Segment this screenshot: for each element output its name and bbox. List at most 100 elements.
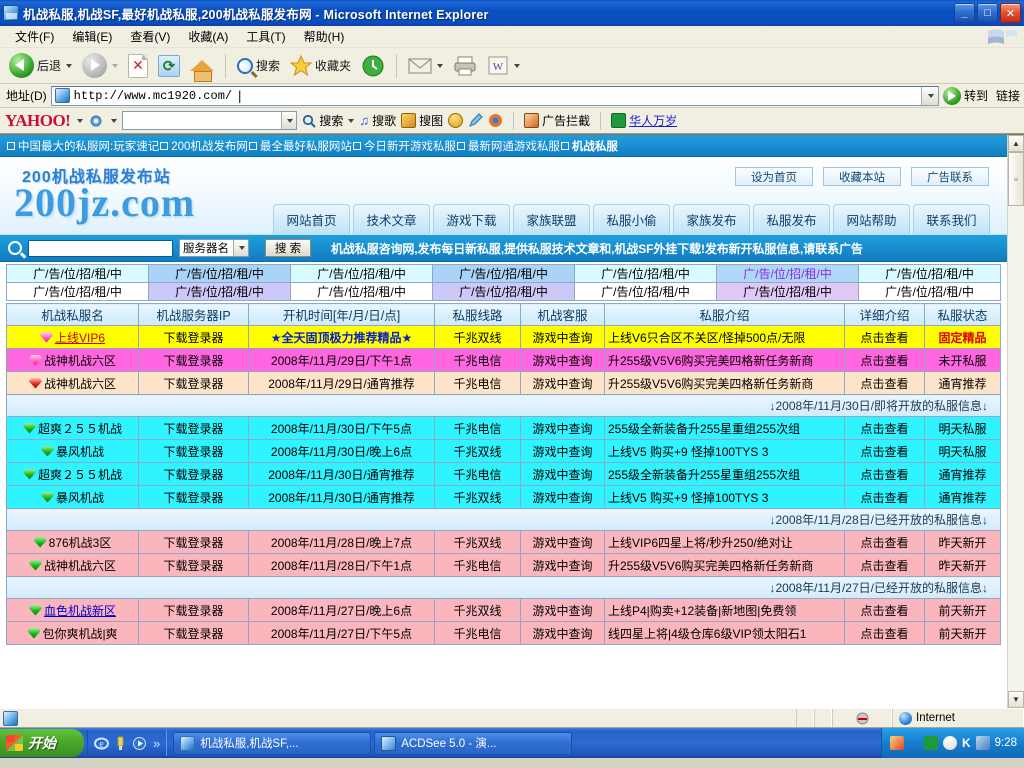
search-button[interactable]: 搜索 [233, 51, 284, 81]
cell-download-launcher[interactable]: 下载登录器 [139, 486, 249, 509]
yahoo-dropdown-icon[interactable] [77, 119, 83, 123]
cell-server-name[interactable]: 战神机战六区 [7, 372, 139, 395]
cell-server-name[interactable]: 上线VIP6 [7, 326, 139, 349]
cell-download-launcher[interactable]: 下载登录器 [139, 531, 249, 554]
print-button[interactable] [449, 51, 481, 81]
server-name-link[interactable]: 战神机战六区 [44, 354, 116, 368]
nav-site-help[interactable]: 网站帮助 [833, 204, 910, 234]
forward-dropdown-icon[interactable] [112, 64, 118, 68]
cell-download-launcher[interactable]: 下载登录器 [139, 417, 249, 440]
friend-link-3[interactable]: 今日新开游戏私服 [364, 138, 456, 154]
cell-detail-link[interactable]: 点击查看 [845, 440, 925, 463]
media-player-icon[interactable] [132, 736, 147, 751]
yahoo-search-dropdown-icon[interactable] [348, 119, 354, 123]
cell-download-launcher[interactable]: 下载登录器 [139, 349, 249, 372]
pencil-icon[interactable] [468, 113, 483, 128]
site-search-button[interactable]: 搜 索 [265, 239, 311, 257]
stop-button[interactable]: ✕ [124, 51, 152, 81]
table-row[interactable]: 超爽２５５机战下载登录器2008年/11月/30日/通宵推荐千兆电信游戏中查询2… [7, 463, 1001, 486]
nav-server-publish[interactable]: 私服发布 [753, 204, 830, 234]
menu-file[interactable]: 文件(F) [6, 26, 63, 47]
cell-server-name[interactable]: 超爽２５５机战 [7, 463, 139, 486]
cell-detail-link[interactable]: 点击查看 [845, 599, 925, 622]
close-button[interactable]: ✕ [1000, 3, 1021, 23]
server-name-link[interactable]: 战神机战六区 [44, 559, 116, 573]
table-row[interactable]: 876机战3区下载登录器2008年/11月/28日/晚上7点千兆双线游戏中查询上… [7, 531, 1001, 554]
cell-detail-link[interactable]: 点击查看 [845, 463, 925, 486]
go-button[interactable]: 转到 [943, 87, 988, 105]
ad-slot[interactable]: 广/告/位/招/租/中 [291, 265, 433, 283]
back-button[interactable]: 后退 [5, 51, 76, 81]
menu-favorites[interactable]: 收藏(A) [179, 26, 237, 47]
server-name-link[interactable]: 战神机战六区 [44, 377, 116, 391]
cell-download-launcher[interactable]: 下载登录器 [139, 622, 249, 645]
cell-download-launcher[interactable]: 下载登录器 [139, 599, 249, 622]
cell-server-name[interactable]: 战神机战六区 [7, 349, 139, 372]
yahoo-search-button[interactable]: 搜索 [302, 112, 354, 129]
server-name-link[interactable]: 876机战3区 [49, 536, 112, 550]
ad-slot[interactable]: 广/告/位/招/租/中 [291, 283, 433, 301]
tray-k-icon[interactable]: K [962, 736, 971, 750]
cell-server-name[interactable]: 暴风机战 [7, 440, 139, 463]
yahoo-music-button[interactable]: ♫ 搜歌 [359, 112, 396, 129]
nav-private-thief[interactable]: 私服小偷 [593, 204, 670, 234]
chevron-down-icon[interactable] [233, 240, 248, 256]
friend-link-1[interactable]: 200机战发布网 [171, 138, 248, 154]
table-row[interactable]: 战神机战六区下载登录器2008年/11月/29日/下午1点千兆电信游戏中查询升2… [7, 349, 1001, 372]
bookmark-site-button[interactable]: 收藏本站 [823, 167, 901, 186]
adblock-button[interactable]: 广告拦截 [524, 112, 590, 129]
yahoo-image-button[interactable]: 搜图 [401, 112, 443, 129]
ad-contact-button[interactable]: 广告联系 [911, 167, 989, 186]
address-dropdown-icon[interactable] [921, 87, 938, 105]
set-homepage-button[interactable]: 设为首页 [735, 167, 813, 186]
cell-detail-link[interactable]: 点击查看 [845, 486, 925, 509]
cell-server-name[interactable]: 战神机战六区 [7, 554, 139, 577]
taskbar-item-acdsee[interactable]: ACDSee 5.0 - 演... [374, 732, 572, 755]
cell-download-launcher[interactable]: 下载登录器 [139, 440, 249, 463]
cell-download-launcher[interactable]: 下载登录器 [139, 372, 249, 395]
tray-qq-icon[interactable] [943, 736, 957, 750]
maximize-button[interactable]: □ [977, 3, 998, 23]
favorites-button[interactable]: 收藏夹 [286, 51, 355, 81]
friend-link-5[interactable]: 机战私服 [572, 138, 618, 154]
table-row[interactable]: 暴风机战下载登录器2008年/11月/30日/通宵推荐千兆双线游戏中查询上线V5… [7, 486, 1001, 509]
cell-server-name[interactable]: 包你爽机战|爽 [7, 622, 139, 645]
nav-family-publish[interactable]: 家族发布 [673, 204, 750, 234]
minimize-button[interactable]: _ [954, 3, 975, 23]
scroll-up-button[interactable]: ▲ [1008, 135, 1024, 152]
scrollbar-thumb[interactable]: ≡ [1008, 152, 1024, 206]
cell-download-launcher[interactable]: 下载登录器 [139, 326, 249, 349]
ad-slot[interactable]: 广/告/位/招/租/中 [7, 283, 149, 301]
cell-download-launcher[interactable]: 下载登录器 [139, 554, 249, 577]
taskbar-clock[interactable]: 9:28 [995, 737, 1017, 749]
tray-misc-icon[interactable] [976, 736, 990, 750]
mail-dropdown-icon[interactable] [437, 64, 443, 68]
gear-dropdown-icon[interactable] [111, 119, 117, 123]
mail-button[interactable] [404, 51, 447, 81]
ad-slot[interactable]: 广/告/位/招/租/中 [433, 265, 575, 283]
menu-edit[interactable]: 编辑(E) [63, 26, 121, 47]
cell-server-name[interactable]: 暴风机战 [7, 486, 139, 509]
cell-server-name[interactable]: 血色机战新区 [7, 599, 139, 622]
table-row[interactable]: 上线VIP6下载登录器★全天固顶极力推荐精品★千兆双线游戏中查询上线V6只合区不… [7, 326, 1001, 349]
server-name-link[interactable]: 上线VIP6 [55, 331, 105, 345]
scroll-down-button[interactable]: ▼ [1008, 691, 1024, 708]
tray-media-icon[interactable] [924, 736, 938, 750]
huaren-label[interactable]: 华人万岁 [629, 112, 677, 129]
friend-link-0[interactable]: 中国最大的私服网:玩家速记 [18, 138, 159, 154]
ad-slot[interactable]: 广/告/位/招/租/中 [7, 265, 149, 283]
forward-button[interactable] [78, 51, 122, 81]
cell-detail-link[interactable]: 点击查看 [845, 349, 925, 372]
friend-link-4[interactable]: 最新网通游戏私服 [468, 138, 560, 154]
server-name-link[interactable]: 包你爽机战|爽 [42, 627, 117, 641]
quicklaunch-chevron-icon[interactable]: » [153, 736, 160, 751]
ad-slot[interactable]: 广/告/位/招/租/中 [149, 283, 291, 301]
links-label[interactable]: 链接 [992, 87, 1020, 104]
menu-tools[interactable]: 工具(T) [237, 26, 294, 47]
table-row[interactable]: 血色机战新区下载登录器2008年/11月/27日/晚上6点千兆双线游戏中查询上线… [7, 599, 1001, 622]
server-name-link[interactable]: 血色机战新区 [44, 604, 116, 618]
search-scope-select[interactable]: 服务器名 [179, 239, 249, 257]
menu-help[interactable]: 帮助(H) [295, 26, 354, 47]
edit-dropdown-icon[interactable] [514, 64, 520, 68]
nav-contact-us[interactable]: 联系我们 [913, 204, 990, 234]
